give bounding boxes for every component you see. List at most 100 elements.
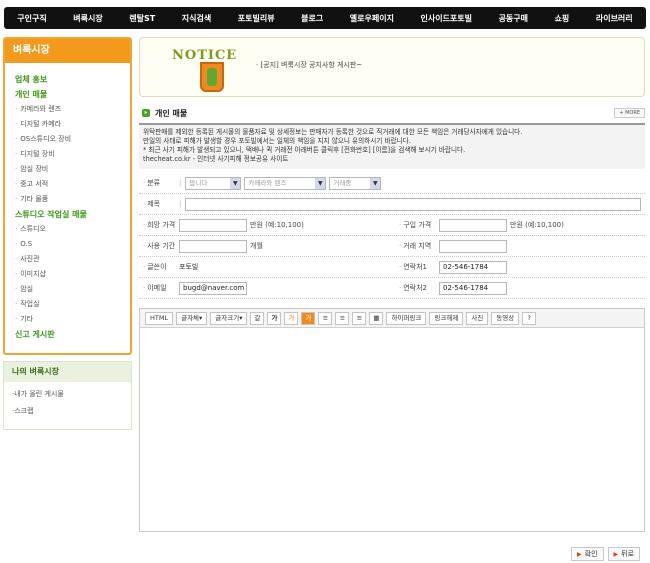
notice-logo-word: NOTICE: [172, 48, 238, 63]
video-button[interactable]: 동영상: [491, 311, 520, 325]
nav-item-inside[interactable]: 인사이드포토빌: [420, 13, 472, 24]
sidebar-category[interactable]: 스튜디오 작업실 매물: [15, 207, 130, 222]
use-period-unit: 개월: [250, 242, 263, 250]
bullet-icon: ·: [15, 315, 18, 323]
sidebar-item[interactable]: · 이미지샵: [15, 267, 130, 282]
category-select[interactable]: 카메라와 렌즈 ▼: [244, 176, 327, 190]
trade-area-input[interactable]: [439, 239, 507, 253]
sidebar-item-label: 기타 물품: [20, 195, 49, 203]
notice-link[interactable]: · [공지] 벼룩시장 공지사항 게시판~: [256, 60, 362, 70]
info-line: 만일의 사태로 피해가 발생할 경우 포토빌에서는 일체의 책임을 지지 않으니…: [143, 137, 411, 145]
sidebar-item-label: 암실 장비: [20, 165, 49, 173]
align-right-icon[interactable]: ≡: [352, 311, 367, 325]
bullet-icon: ·: [15, 240, 18, 248]
notice-logo: NOTICE: [160, 42, 256, 94]
sidebar-title: 벼룩시장: [5, 39, 130, 63]
hyperlink-button[interactable]: 하이퍼링크: [386, 311, 427, 325]
period-row: · 사용 기간 개월 · 거래 지역: [139, 236, 645, 257]
sidebar-item[interactable]: · 작업실: [15, 297, 130, 312]
sidebar-item[interactable]: · O.S: [15, 237, 130, 252]
sidebar-item-label: 기타: [20, 315, 34, 323]
sidebar-item[interactable]: · 카메라와 렌즈: [15, 102, 130, 117]
title-label: 제목: [147, 200, 161, 208]
sidebar-category[interactable]: 개인 매물: [15, 87, 130, 102]
align-left-icon[interactable]: ≡: [318, 311, 333, 325]
nav-item-group-buy[interactable]: 공동구매: [499, 13, 528, 24]
status-select[interactable]: 거래중 ▼: [329, 176, 382, 190]
sidebar-item[interactable]: · OS스튜디오 장비: [15, 132, 130, 147]
bullet-icon: ·: [15, 165, 18, 173]
photo-button[interactable]: 사진: [466, 311, 489, 325]
hope-price-label: 희망 가격: [147, 221, 176, 229]
sidebar-item[interactable]: · 기타 물품: [15, 192, 130, 207]
section-title: 개인 매물: [155, 108, 188, 118]
contact2-input[interactable]: 02-546-1784: [439, 281, 507, 295]
bold-button[interactable]: 가: [267, 311, 282, 325]
email-input[interactable]: bugd@naver.com: [179, 281, 247, 295]
nav-item-knowledge[interactable]: 지식검색: [182, 13, 211, 24]
nav-item-library[interactable]: 라이브러리: [596, 13, 633, 24]
background-color-button[interactable]: 가: [301, 311, 316, 325]
nav-item-rental[interactable]: 렌탈ST: [129, 13, 155, 24]
bullet-icon: ·: [15, 150, 18, 158]
sidebar-item[interactable]: · 디지털 장비: [15, 147, 130, 162]
sidebar-item-label: 스튜디오 작업실 매물: [15, 210, 87, 219]
trade-type-select[interactable]: 팝니다 ▼: [185, 176, 242, 190]
font-color-button[interactable]: 가: [284, 311, 299, 325]
nav-item-blog[interactable]: 블로그: [301, 13, 323, 24]
scrap-label: 스크랩: [14, 407, 34, 415]
bullet-icon: ·: [15, 270, 18, 278]
sidebar-item-label: 신고 게시판: [15, 330, 55, 339]
sidebar-item-label: 개인 매물: [15, 90, 48, 99]
hope-price-input[interactable]: [179, 218, 247, 232]
info-line-link[interactable]: thecheat.co.kr - 인터넷 사기피해 정보공유 사이트: [143, 155, 641, 164]
title-input[interactable]: [185, 197, 642, 211]
writer-value: 포토빌: [179, 263, 199, 271]
table-icon[interactable]: ▦: [369, 311, 384, 325]
nav-item-jobs[interactable]: 구인구직: [17, 13, 46, 24]
sidebar-item[interactable]: · 기타: [15, 312, 130, 327]
sidebar-item[interactable]: · 중고 서적: [15, 177, 130, 192]
unlink-button[interactable]: 링크해제: [429, 311, 464, 325]
section-bullet-icon: ▸: [142, 109, 150, 117]
sidebar-item[interactable]: · 디지털 카메라: [15, 117, 130, 132]
sidebar-item[interactable]: · 암실 장비: [15, 162, 130, 177]
nav-item-shopping[interactable]: 쇼핑: [555, 13, 570, 24]
sidebar-item-my-posts[interactable]: ·내가 올린 게시물: [12, 386, 131, 403]
buy-price-input[interactable]: [439, 218, 507, 232]
sidebar-item-scrap[interactable]: ·스크랩: [12, 403, 131, 420]
font-family-button[interactable]: 글자체▾: [176, 311, 208, 325]
contact1-input[interactable]: 02-546-1784: [439, 260, 507, 274]
sidebar-category[interactable]: 업체 홍보: [15, 72, 130, 87]
editor-body[interactable]: [140, 328, 644, 531]
back-button[interactable]: ▶ 뒤로: [607, 547, 641, 561]
sidebar-item[interactable]: · 스튜디오: [15, 222, 130, 237]
back-label: 뒤로: [621, 550, 635, 558]
bullet-icon: ·: [15, 135, 18, 143]
bullet-icon: ·: [15, 195, 18, 203]
font-size-button[interactable]: 글자크기▾: [210, 311, 248, 325]
underline-button[interactable]: 갈: [250, 311, 265, 325]
info-line: * 최근 사기 피해가 발생되고 있으니, 택배나 퀵 거래전 아래버튼 클릭후…: [143, 146, 466, 154]
sidebar-item[interactable]: · 사진관: [15, 252, 130, 267]
more-button[interactable]: + MORE: [614, 108, 645, 118]
bottom-buttons: ▶ 확인 ▶ 뒤로: [571, 547, 641, 561]
use-period-input[interactable]: [179, 239, 247, 253]
nav-item-yellow-page[interactable]: 옐로우페이지: [350, 13, 394, 24]
sidebar-category[interactable]: 신고 게시판: [15, 327, 130, 342]
sidebar-item[interactable]: · 암실: [15, 282, 130, 297]
align-center-icon[interactable]: ≡: [335, 311, 350, 325]
trade-type-value: 팝니다: [189, 178, 208, 187]
help-icon[interactable]: ?: [522, 311, 537, 325]
sidebar-item-label: 디지털 장비: [20, 150, 55, 158]
contact2-label: 연락처2: [403, 284, 428, 292]
info-line: 위탁판매를 제외한 등록된 게시물의 물품자료 및 상세정보는 판매자가 등록한…: [143, 128, 523, 136]
nav-item-flea-market[interactable]: 벼룩시장: [73, 13, 102, 24]
confirm-button[interactable]: ▶ 확인: [571, 547, 604, 561]
chevron-down-icon: ▼: [230, 177, 241, 189]
bullet-icon: ·: [15, 300, 18, 308]
chevron-down-icon: ▼: [315, 177, 326, 189]
html-mode-button[interactable]: HTML: [145, 311, 174, 325]
main-content: NOTICE · [공지] 벼룩시장 공지사항 게시판~ ▸ 개인 매물 + M…: [139, 37, 645, 532]
nav-item-review[interactable]: 포토빌리뷰: [238, 13, 275, 24]
